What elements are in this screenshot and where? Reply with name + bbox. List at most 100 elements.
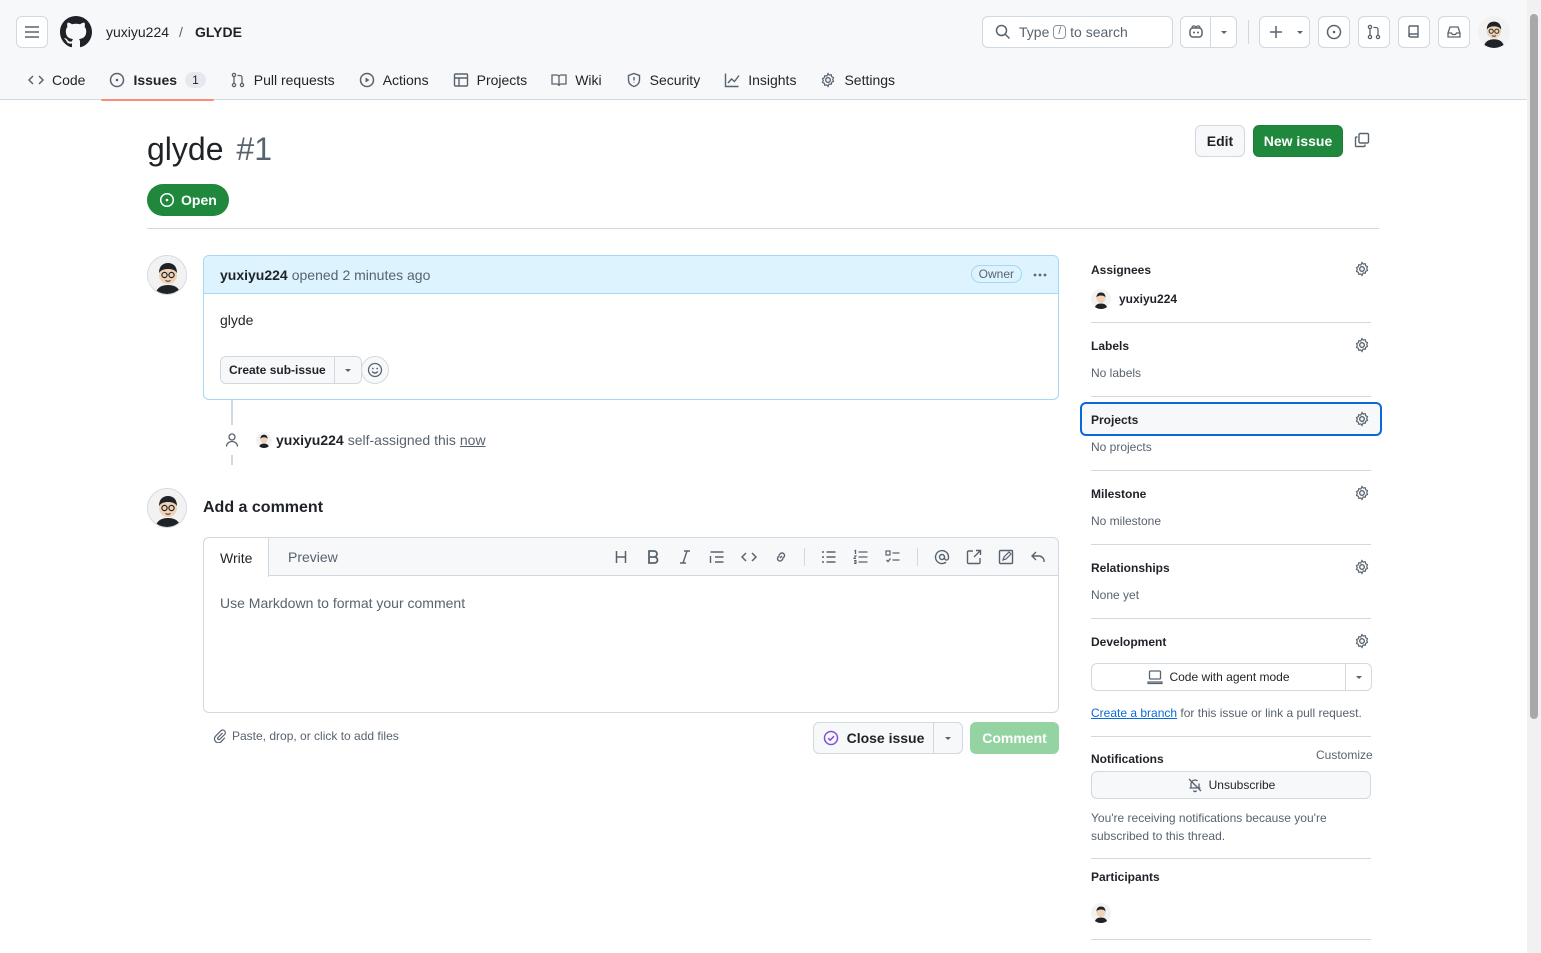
customize-notifications-link[interactable]: Customize xyxy=(1316,748,1373,762)
create-branch-link[interactable]: Create a branch xyxy=(1091,706,1177,720)
participant-avatar[interactable] xyxy=(1091,903,1111,923)
milestone-heading[interactable]: Milestone xyxy=(1091,487,1371,501)
close-issue-split-button[interactable]: Close issue xyxy=(813,722,963,754)
bold-button[interactable] xyxy=(645,549,661,565)
heading-button[interactable] xyxy=(613,549,629,565)
search-input[interactable]: Type / to search xyxy=(982,16,1173,48)
close-issue-button[interactable]: Close issue xyxy=(814,723,933,753)
assignees-heading[interactable]: Assignees xyxy=(1091,263,1371,277)
comment-time[interactable]: 2 minutes ago xyxy=(342,267,430,283)
issues-button[interactable] xyxy=(1318,16,1350,48)
comment-textarea[interactable]: Use Markdown to format your comment xyxy=(220,595,465,611)
copilot-button[interactable] xyxy=(1181,17,1210,47)
create-sub-issue-split-button[interactable]: Create sub-issue xyxy=(220,356,362,384)
attach-files-button[interactable]: Paste, drop, or click to add files xyxy=(213,729,399,743)
tab-preview[interactable]: Preview xyxy=(272,538,354,576)
cross-reference-button[interactable] xyxy=(966,549,982,565)
repositories-button[interactable] xyxy=(1398,16,1430,48)
italic-button[interactable] xyxy=(677,549,693,565)
development-heading[interactable]: Development xyxy=(1091,635,1371,649)
relationships-settings-button[interactable] xyxy=(1354,559,1370,575)
code-button[interactable] xyxy=(741,549,757,565)
copy-icon xyxy=(1354,132,1370,148)
tab-issues[interactable]: Issues 1 xyxy=(97,60,217,101)
github-logo-icon[interactable] xyxy=(60,16,92,48)
projects-value: No projects xyxy=(1091,440,1152,454)
tab-settings[interactable]: Settings xyxy=(808,60,907,100)
labels-settings-button[interactable] xyxy=(1354,337,1370,353)
create-sub-issue-button[interactable]: Create sub-issue xyxy=(221,357,334,383)
tab-security[interactable]: Security xyxy=(614,60,713,100)
copilot-dropdown[interactable] xyxy=(1211,17,1236,47)
close-issue-label: Close issue xyxy=(846,730,925,746)
copilot-split-button[interactable] xyxy=(1180,16,1237,48)
code-with-agent-dropdown[interactable] xyxy=(1346,672,1371,682)
tab-projects[interactable]: Projects xyxy=(441,60,540,100)
issue-comment: yuxiyu224 opened 2 minutes ago Owner gly… xyxy=(203,255,1059,400)
code-with-agent-button[interactable]: Code with agent mode xyxy=(1092,664,1345,690)
relationships-heading[interactable]: Relationships xyxy=(1091,561,1371,575)
comment-body: glyde xyxy=(220,312,254,328)
repo-icon xyxy=(1408,25,1419,38)
tab-actions[interactable]: Actions xyxy=(347,60,441,100)
unordered-list-button[interactable] xyxy=(821,549,837,565)
code-icon xyxy=(741,552,757,562)
tab-label: Code xyxy=(52,72,86,88)
notification-reason: You're receiving notifications because y… xyxy=(1091,811,1327,843)
assignee-item[interactable]: yuxiyu224 xyxy=(1091,289,1371,309)
edit-button[interactable]: Edit xyxy=(1195,125,1245,157)
event-actor-avatar[interactable] xyxy=(256,432,272,448)
breadcrumb-repo[interactable]: GLYDE xyxy=(195,24,242,40)
link-button[interactable] xyxy=(773,549,789,565)
comment-submit-button[interactable]: Comment xyxy=(970,722,1059,754)
comment-author-link[interactable]: yuxiyu224 xyxy=(220,267,288,283)
development-settings-button[interactable] xyxy=(1354,633,1370,649)
list-ordered-icon xyxy=(853,549,868,564)
sub-issue-dropdown[interactable] xyxy=(335,357,361,383)
close-issue-dropdown[interactable] xyxy=(934,733,962,743)
ordered-list-button[interactable] xyxy=(853,549,869,565)
new-issue-button[interactable]: New issue xyxy=(1253,125,1343,157)
quote-button[interactable] xyxy=(709,549,725,565)
undo-button[interactable] xyxy=(1030,549,1046,565)
assignees-settings-button[interactable] xyxy=(1354,261,1370,277)
inbox-button[interactable] xyxy=(1438,16,1470,48)
breadcrumb-owner[interactable]: yuxiyu224 xyxy=(106,24,169,40)
projects-settings-button[interactable] xyxy=(1354,411,1370,427)
saved-replies-button[interactable] xyxy=(998,549,1014,565)
add-reaction-button[interactable] xyxy=(361,356,389,384)
gear-icon xyxy=(1355,559,1369,575)
pull-requests-button[interactable] xyxy=(1358,16,1390,48)
current-user-avatar[interactable] xyxy=(147,488,187,528)
gear-icon xyxy=(1355,411,1369,427)
issue-opened-icon xyxy=(1326,24,1342,40)
repo-nav-tabs: Code Issues 1 Pull requests Actions Proj… xyxy=(16,60,907,101)
page-scrollbar[interactable] xyxy=(1527,0,1541,953)
tab-label: Actions xyxy=(382,72,429,88)
tab-insights[interactable]: Insights xyxy=(712,60,808,100)
copy-link-button[interactable] xyxy=(1354,132,1370,148)
user-avatar[interactable] xyxy=(1478,16,1510,48)
copilot-icon xyxy=(1188,25,1203,38)
comment-options-button[interactable] xyxy=(1032,267,1048,283)
scrollbar-thumb[interactable] xyxy=(1530,14,1538,719)
tab-write[interactable]: Write xyxy=(204,538,270,577)
inbox-icon xyxy=(1447,26,1461,38)
event-actor-link[interactable]: yuxiyu224 xyxy=(276,432,344,448)
tab-wiki[interactable]: Wiki xyxy=(539,60,613,100)
projects-heading[interactable]: Projects xyxy=(1091,413,1371,427)
create-new-button[interactable] xyxy=(1259,16,1310,48)
event-badge xyxy=(217,425,247,455)
code-with-agent-split-button[interactable]: Code with agent mode xyxy=(1091,663,1372,691)
milestone-settings-button[interactable] xyxy=(1354,485,1370,501)
author-avatar[interactable] xyxy=(147,255,187,295)
event-time[interactable]: now xyxy=(460,432,486,448)
mention-button[interactable] xyxy=(934,549,950,565)
shield-icon xyxy=(627,72,640,88)
menu-button[interactable] xyxy=(16,16,48,48)
tab-code[interactable]: Code xyxy=(16,60,97,100)
labels-heading[interactable]: Labels xyxy=(1091,339,1371,353)
task-list-button[interactable] xyxy=(885,549,901,565)
unsubscribe-button[interactable]: Unsubscribe xyxy=(1091,771,1371,799)
tab-pull-requests[interactable]: Pull requests xyxy=(218,60,347,100)
